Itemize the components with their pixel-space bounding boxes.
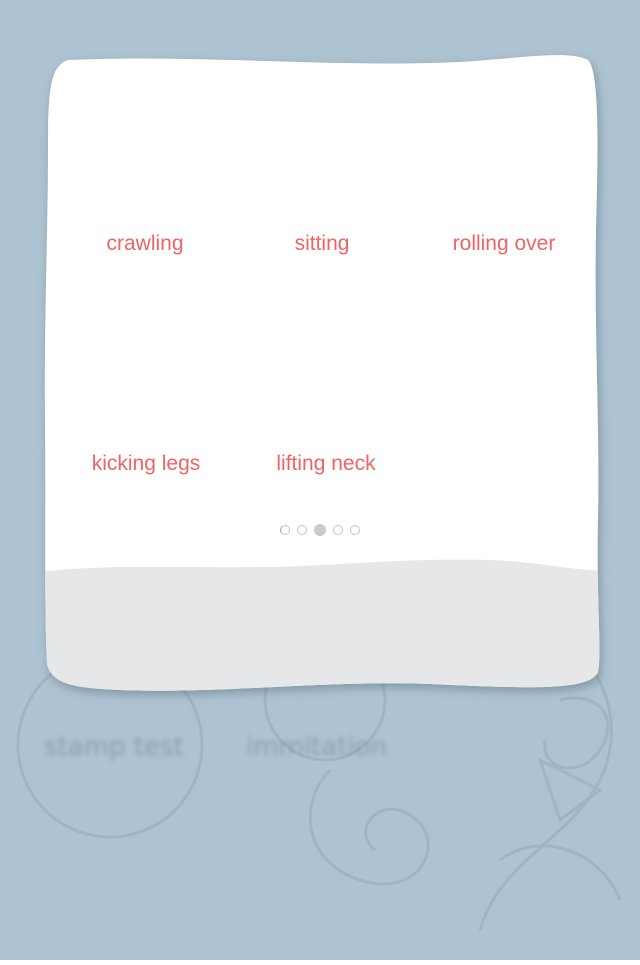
page-dot-4[interactable] — [333, 525, 343, 535]
milestone-crawling[interactable]: crawling — [106, 232, 183, 256]
background-label-stamp-test: stamp test — [44, 732, 184, 762]
milestone-kicking-legs[interactable]: kicking legs — [92, 452, 201, 476]
page-dot-2[interactable] — [297, 525, 307, 535]
page-dot-1[interactable] — [280, 525, 290, 535]
milestone-sitting[interactable]: sitting — [295, 232, 350, 256]
page-indicator — [280, 524, 360, 536]
milestone-rolling-over[interactable]: rolling over — [453, 232, 556, 256]
page-dot-5[interactable] — [350, 525, 360, 535]
page-dot-3[interactable] — [314, 524, 326, 536]
background-illustration — [0, 0, 640, 960]
background-label-immitation: immitation — [246, 732, 388, 762]
background: stamp test immitation — [0, 0, 640, 960]
milestone-lifting-neck[interactable]: lifting neck — [276, 452, 375, 476]
